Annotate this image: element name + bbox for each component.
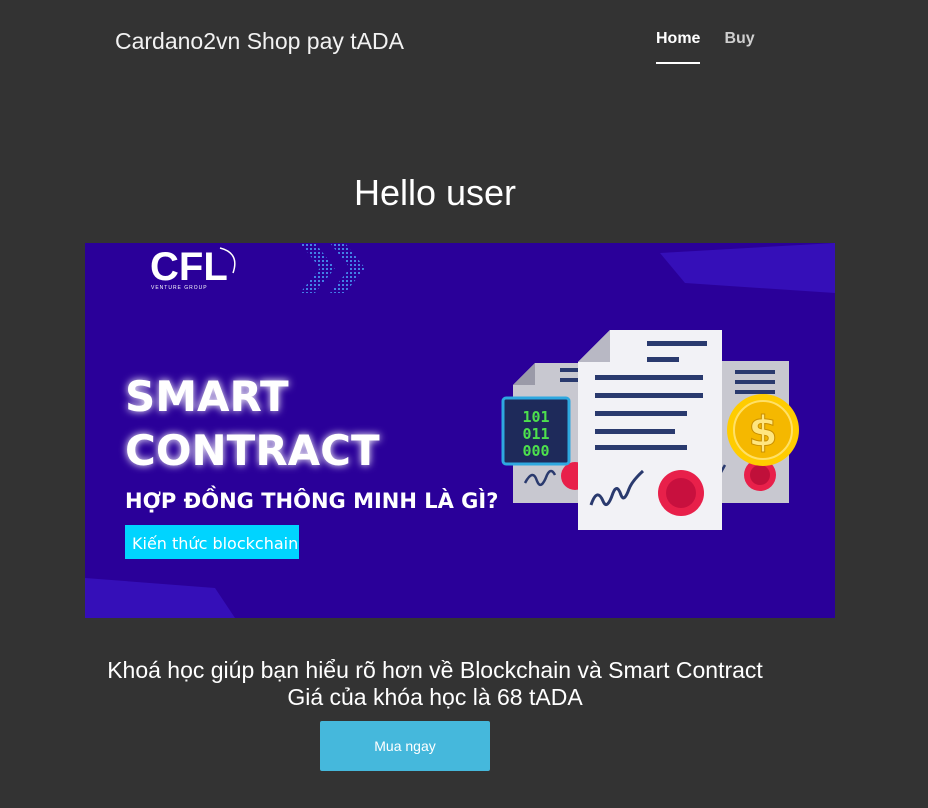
svg-text:101: 101 [522,408,549,426]
main-nav: Home Buy [656,30,755,64]
svg-text:CFL: CFL [150,245,228,289]
binary-code-icon: 101 011 000 [501,396,571,466]
svg-text:011: 011 [522,425,549,443]
svg-text:000: 000 [522,442,549,460]
cfl-logo: CFL VENTURE GROUP [150,245,236,291]
banner-headline-2: CONTRACT [125,426,380,475]
dollar-coin-icon: $ [727,394,799,466]
svg-text:$: $ [748,407,777,456]
svg-text:VENTURE GROUP: VENTURE GROUP [151,285,208,291]
course-description-line: Khoá học giúp bạn hiểu rõ hơn về Blockch… [107,657,763,683]
course-banner-image: CFL VENTURE GROUP SMART CONTRACT HỢP ĐỒN… [85,243,835,618]
banner-tag-label: Kiến thức blockchain [132,534,298,553]
banner-subheadline: HỢP ĐỒNG THÔNG MINH LÀ GÌ? [125,485,498,513]
nav-home-link[interactable]: Home [656,30,701,64]
banner-headline-1: SMART [125,372,289,421]
contract-document-icon [578,330,722,530]
nav-buy-link[interactable]: Buy [724,30,754,64]
greeting-heading: Hello user [353,172,517,213]
site-brand[interactable]: Cardano2vn Shop pay tADA [115,27,404,55]
course-price-line: Giá của khóa học là 68 tADA [287,684,583,710]
buy-now-button[interactable]: Mua ngay [320,721,490,771]
course-description: Khoá học giúp bạn hiểu rõ hơn về Blockch… [0,657,870,711]
